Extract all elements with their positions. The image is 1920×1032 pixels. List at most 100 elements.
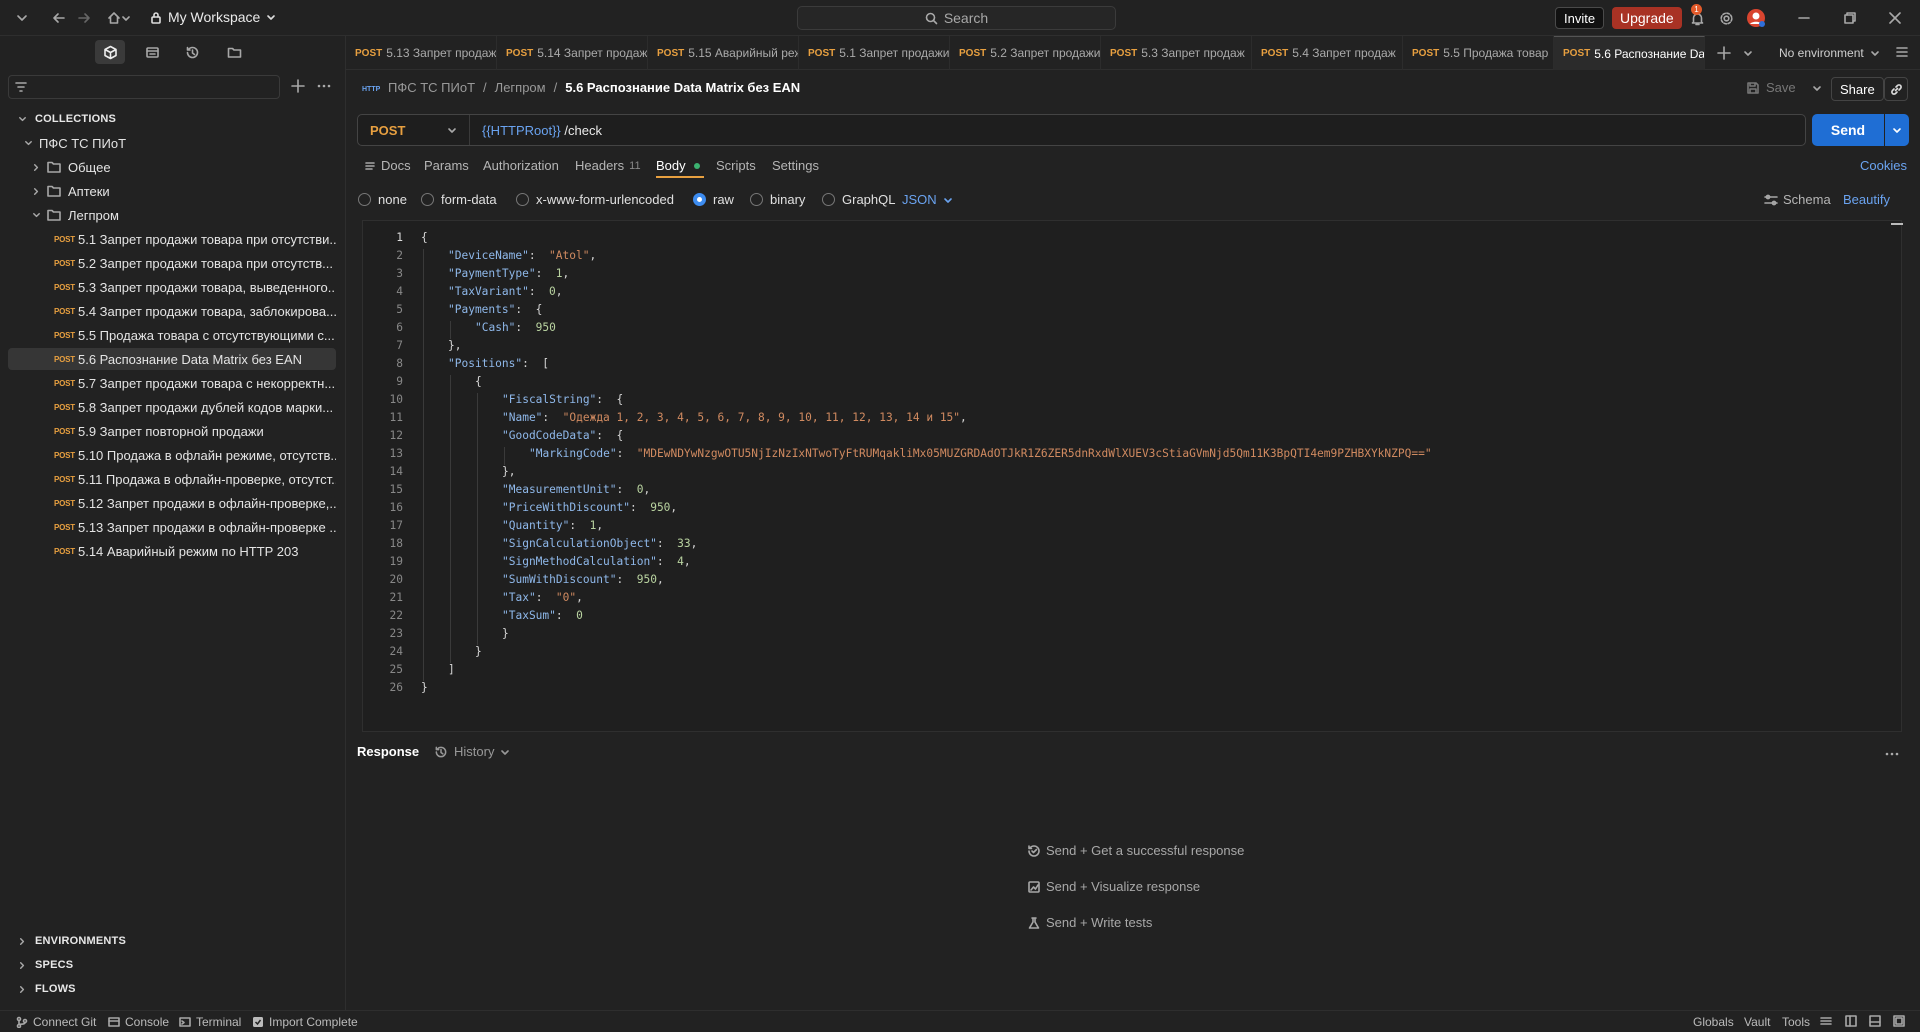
vault-button[interactable]: Vault [1744, 1015, 1770, 1029]
request-item[interactable]: POST 5.2 Запрет продажи товара при отсутс… [8, 252, 336, 274]
collection-item[interactable]: ПФС ТС ПИоТ [8, 132, 336, 154]
layout-settings-icon[interactable] [1820, 1015, 1832, 1027]
tab-params[interactable]: Params [424, 158, 469, 173]
request-item[interactable]: POST 5.13 Запрет продажи в офлайн-проверк… [8, 516, 336, 538]
request-tab[interactable]: POST 5.1 Запрет продажи [799, 36, 950, 70]
beautify-button[interactable]: Beautify [1843, 192, 1890, 207]
add-icon[interactable] [290, 78, 306, 94]
body-type-urlencoded[interactable]: x-www-form-urlencoded [516, 192, 674, 207]
request-tab[interactable]: POST 5.4 Запрет продаж [1252, 36, 1403, 70]
upgrade-button[interactable]: Upgrade [1612, 7, 1682, 29]
editor-scroll-indicator[interactable] [1891, 223, 1903, 225]
tools-button[interactable]: Tools [1782, 1015, 1810, 1029]
request-item[interactable]: POST 5.5 Продажа товара с отсутствующими … [8, 324, 336, 346]
request-item[interactable]: POST 5.7 Запрет продажи товара с некоррек… [8, 372, 336, 394]
method-select[interactable]: POST [358, 115, 470, 145]
tab-authorization[interactable]: Authorization [483, 158, 559, 173]
code-editor[interactable]: 1{2 "DeviceName": "Atol", 3 "PaymentType": … [362, 220, 1903, 732]
chevron-down-icon[interactable] [1812, 83, 1822, 93]
sidebar-filter-input[interactable] [8, 75, 280, 99]
bottom-pane-icon[interactable] [1869, 1015, 1881, 1027]
history-icon[interactable] [177, 40, 207, 64]
fullscreen-pane-icon[interactable] [1893, 1015, 1905, 1027]
body-type-none[interactable]: none [358, 192, 407, 207]
request-tab[interactable]: POST 5.13 Запрет продаж [346, 36, 497, 70]
body-type-binary[interactable]: binary [750, 192, 805, 207]
import-complete-button[interactable]: Import Complete [252, 1015, 358, 1029]
share-button[interactable]: Share [1831, 77, 1884, 101]
specs-section[interactable]: SPECS [18, 959, 73, 971]
request-item[interactable]: POST 5.14 Аварийный режим по HTTP 203 [8, 540, 336, 562]
breadcrumb-folder[interactable]: Легпром [495, 80, 546, 95]
environments-icon[interactable] [137, 40, 167, 64]
request-item[interactable]: POST 5.3 Запрет продажи товара, выведенно… [8, 276, 336, 298]
radio-button-selected[interactable] [693, 193, 706, 206]
tab-docs[interactable]: Docs [364, 158, 411, 173]
body-format-select[interactable]: JSON [902, 192, 953, 207]
request-item[interactable]: POST 5.4 Запрет продажи товара, заблокиро… [8, 300, 336, 322]
request-tab[interactable]: POST 5.5 Продажа товар [1403, 36, 1554, 70]
hint-write-tests[interactable]: Send + Write tests [1027, 915, 1152, 930]
gear-icon[interactable] [1716, 8, 1736, 28]
close-window-icon[interactable] [1885, 8, 1905, 28]
body-type-form-data[interactable]: form-data [421, 192, 497, 207]
request-tab[interactable]: POST 5.15 Аварийный реж [648, 36, 799, 70]
back-arrow-icon[interactable] [49, 8, 69, 28]
environment-quicklook-icon[interactable] [1895, 45, 1909, 59]
cookies-link[interactable]: Cookies [1860, 158, 1907, 173]
request-item[interactable]: POST 5.12 Запрет продажи в офлайн-проверк… [8, 492, 336, 514]
folder-item-legprom[interactable]: Легпром [8, 204, 336, 226]
home-chevron-icon[interactable] [120, 8, 132, 28]
save-button[interactable]: Save [1746, 80, 1822, 95]
minimize-icon[interactable] [1794, 8, 1814, 28]
app-menu-chevron-icon[interactable] [12, 8, 32, 28]
copy-link-icon[interactable] [1884, 77, 1908, 101]
request-item[interactable]: POST 5.11 Продажа в офлайн-проверке, отсу… [8, 468, 336, 490]
workspace-switcher[interactable]: My Workspace [150, 9, 276, 25]
globals-button[interactable]: Globals [1693, 1015, 1734, 1029]
body-type-raw[interactable]: raw [693, 192, 734, 207]
collections-header[interactable]: COLLECTIONS [18, 113, 116, 125]
tab-list-chevron-icon[interactable] [1742, 47, 1754, 59]
radio-button[interactable] [516, 193, 529, 206]
restore-window-icon[interactable] [1840, 8, 1860, 28]
response-more-icon[interactable] [1884, 746, 1900, 762]
request-tab[interactable]: POST 5.14 Запрет продаж [497, 36, 648, 70]
more-options-icon[interactable] [316, 78, 332, 94]
terminal-button[interactable]: Terminal [179, 1015, 241, 1029]
radio-button[interactable] [358, 193, 371, 206]
collections-icon[interactable] [95, 40, 125, 64]
tab-body[interactable]: Body [656, 158, 700, 173]
connect-git-button[interactable]: Connect Git [16, 1015, 96, 1029]
request-tab[interactable]: POST 5.2 Запрет продажи [950, 36, 1101, 70]
history-dropdown[interactable]: History [434, 744, 510, 759]
tab-scripts[interactable]: Scripts [716, 158, 756, 173]
request-tab[interactable]: POST 5.3 Запрет продаж [1101, 36, 1252, 70]
radio-button[interactable] [750, 193, 763, 206]
url-input[interactable]: {{HTTPRoot}} /check [470, 123, 602, 138]
radio-button[interactable] [421, 193, 434, 206]
hint-visualize-response[interactable]: Send + Visualize response [1027, 879, 1200, 894]
schema-button[interactable]: Schema [1764, 192, 1831, 207]
send-options-chevron-icon[interactable] [1885, 114, 1909, 146]
request-item[interactable]: POST 5.6 Распознание Data Matrix без EAN [8, 348, 336, 370]
breadcrumb-collection[interactable]: ПФС ТС ПИоТ [388, 80, 475, 95]
radio-button[interactable] [822, 193, 835, 206]
request-item[interactable]: POST 5.9 Запрет повторной продажи [8, 420, 336, 442]
new-tab-icon[interactable] [1716, 45, 1732, 61]
global-search[interactable]: Search [797, 6, 1116, 30]
tab-headers[interactable]: Headers 11 [575, 158, 641, 173]
avatar[interactable] [1746, 8, 1766, 28]
send-button[interactable]: Send [1812, 114, 1884, 146]
request-item[interactable]: POST 5.8 Запрет продажи дублей кодов марк… [8, 396, 336, 418]
folder-item-obshchee[interactable]: Общее [8, 156, 336, 178]
two-pane-icon[interactable] [1845, 1015, 1857, 1027]
folder-item-apteki[interactable]: Аптеки [8, 180, 336, 202]
hint-successful-response[interactable]: Send + Get a successful response [1027, 843, 1244, 858]
tab-settings[interactable]: Settings [772, 158, 819, 173]
body-type-graphql[interactable]: GraphQL [822, 192, 895, 207]
environment-selector[interactable]: No environment [1779, 46, 1880, 60]
breadcrumb-request[interactable]: 5.6 Распознание Data Matrix без EAN [565, 80, 800, 95]
request-tab[interactable]: POST 5.6 Распознание Da [1554, 36, 1705, 70]
forward-arrow-icon[interactable] [74, 8, 94, 28]
